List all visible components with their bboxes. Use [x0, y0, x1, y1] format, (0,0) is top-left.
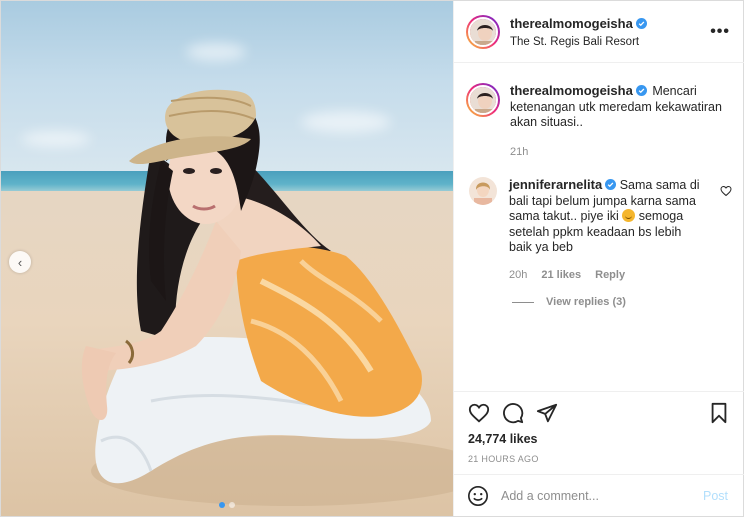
carousel-prev-button[interactable]: ‹ — [9, 251, 31, 273]
post-comment-button[interactable]: Post — [703, 489, 728, 503]
view-replies-line — [512, 301, 534, 303]
view-replies-button[interactable]: View replies (3) — [512, 296, 626, 308]
comment-item: jenniferarnelita Sama sama di bali tapi … — [469, 177, 705, 283]
caption-username-text[interactable]: therealmomogeisha — [510, 83, 633, 99]
commenter-avatar[interactable] — [469, 177, 497, 205]
save-bookmark-icon[interactable] — [708, 402, 730, 424]
likes-count[interactable]: 24,774 likes — [468, 432, 538, 446]
author-username[interactable]: therealmomogeisha — [510, 16, 647, 31]
verified-badge-icon — [605, 179, 617, 191]
emoji-picker-icon[interactable] — [467, 485, 489, 507]
post-details-panel: therealmomogeisha The St. Regis Bali Res… — [453, 1, 744, 516]
share-paper-plane-icon[interactable] — [536, 402, 558, 424]
post-modal: ‹ therealmomogeisha The St. Regis Bali R… — [0, 0, 744, 517]
post-location[interactable]: The St. Regis Bali Resort — [510, 36, 647, 48]
post-timestamp[interactable]: 21 HOURS AGO — [468, 454, 539, 464]
post-photo[interactable]: ‹ — [1, 1, 453, 516]
post-header: therealmomogeisha The St. Regis Bali Res… — [454, 1, 744, 63]
comment-timestamp[interactable]: 20h — [509, 268, 527, 284]
post-caption: therealmomogeisha Mencari ketenangan utk… — [466, 83, 728, 160]
comment-bubble-icon[interactable] — [502, 402, 524, 424]
caption-author-avatar[interactable] — [466, 83, 500, 117]
add-comment-bar: Post — [454, 474, 744, 516]
view-replies-label[interactable]: View replies (3) — [546, 296, 626, 308]
post-actions: 24,774 likes 21 HOURS AGO — [454, 391, 744, 471]
more-options-button[interactable]: ••• — [710, 23, 730, 41]
smiley-emoji-icon — [622, 209, 636, 222]
verified-badge-icon — [635, 85, 647, 97]
comment-like-heart-icon[interactable] — [720, 185, 732, 197]
comment-reply-button[interactable]: Reply — [595, 268, 625, 284]
author-username-text[interactable]: therealmomogeisha — [510, 16, 633, 31]
carousel-indicator — [1, 502, 453, 508]
like-heart-icon[interactable] — [468, 402, 490, 424]
chevron-left-icon: ‹ — [17, 254, 23, 270]
verified-badge-icon — [635, 18, 647, 29]
comments-section: therealmomogeisha Mencari ketenangan utk… — [454, 63, 744, 391]
commenter-username-text[interactable]: jenniferarnelita — [509, 177, 602, 193]
commenter-username[interactable]: jenniferarnelita — [509, 177, 617, 193]
woman-sitting-illustration — [81, 89, 453, 506]
more-horizontal-icon: ••• — [710, 23, 730, 40]
author-avatar[interactable] — [466, 14, 500, 49]
comment-meta: 20h 21 likes Reply — [509, 268, 705, 284]
caption-username[interactable]: therealmomogeisha — [510, 83, 647, 99]
comment-likes[interactable]: 21 likes — [541, 268, 581, 284]
carousel-dot — [219, 502, 225, 508]
carousel-dot — [229, 502, 235, 508]
comment-input[interactable] — [501, 488, 701, 503]
caption-timestamp[interactable]: 21h — [510, 145, 728, 161]
